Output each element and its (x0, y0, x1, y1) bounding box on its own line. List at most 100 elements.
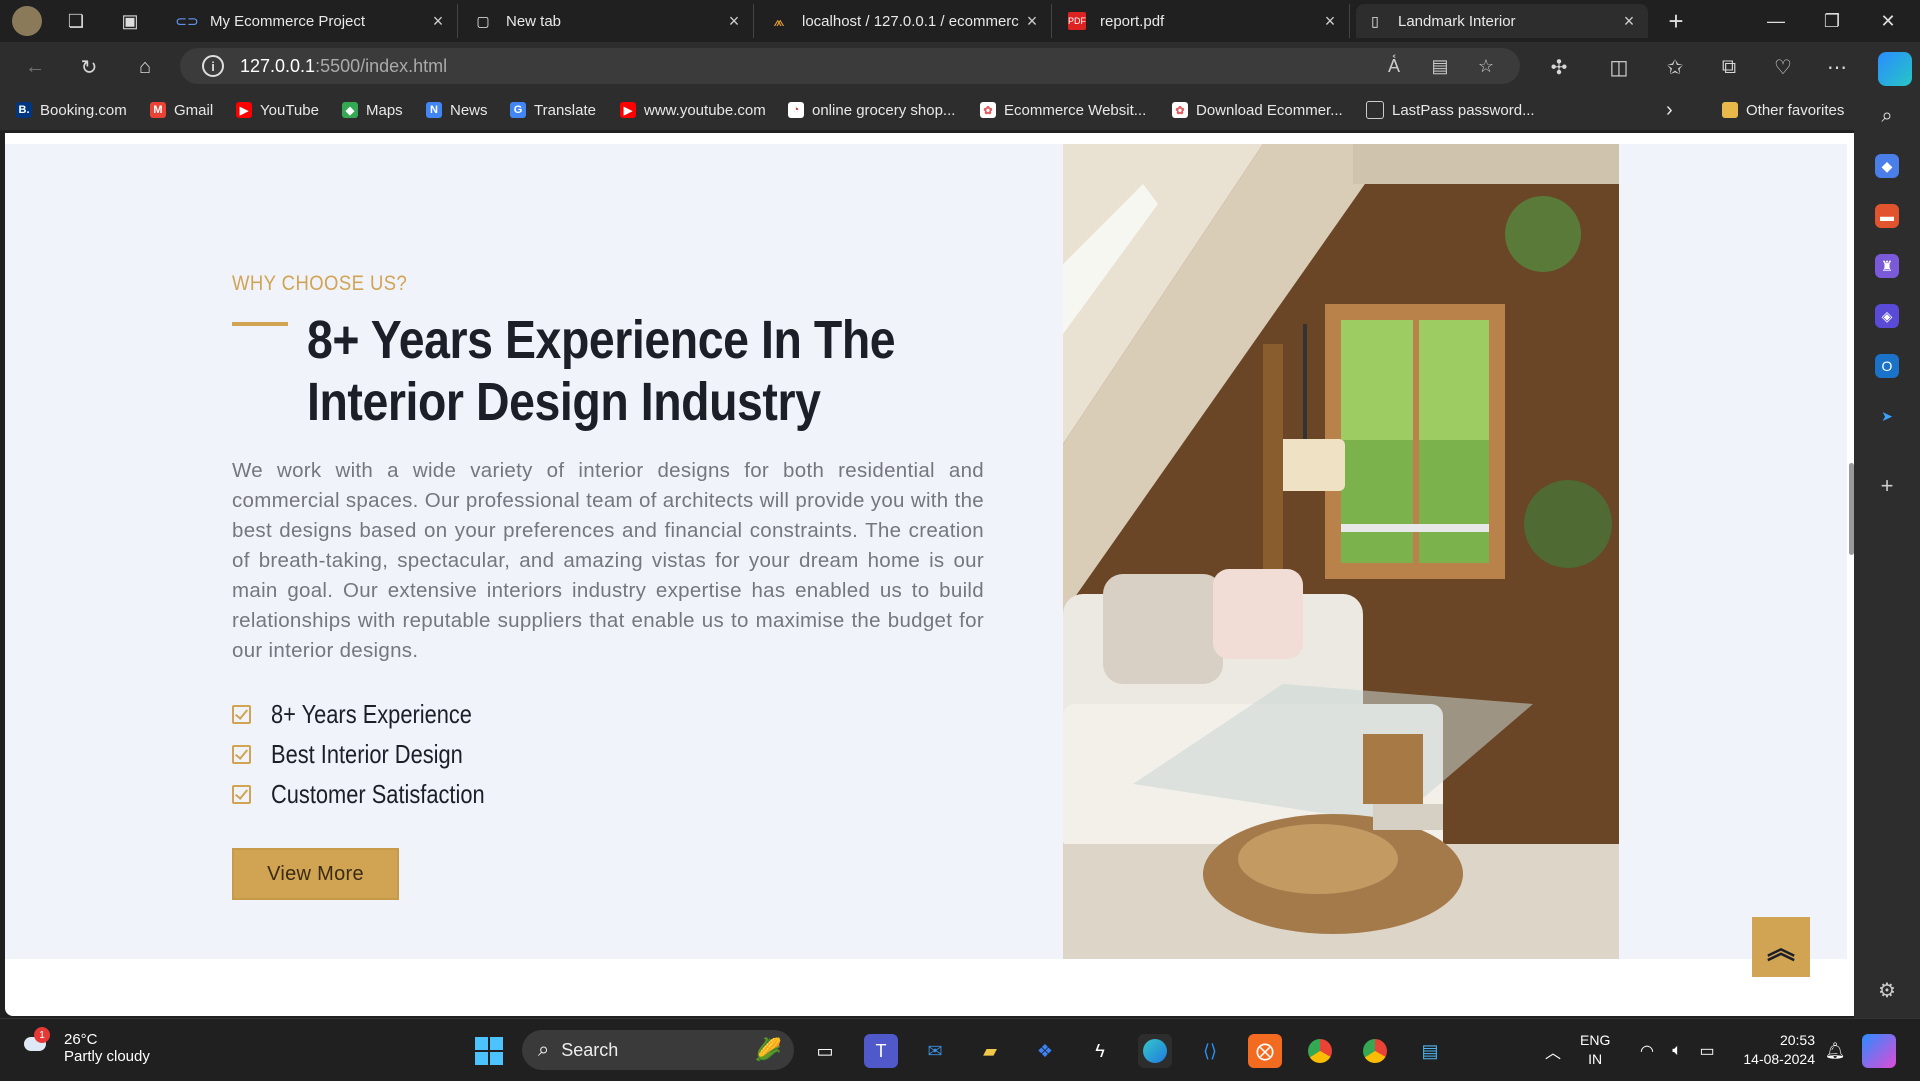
home-button[interactable]: ⌂ (130, 52, 160, 82)
volume-icon[interactable]: 🔈︎ (1660, 1034, 1694, 1068)
close-window-button[interactable]: ✕ (1860, 0, 1916, 42)
extensions-icon[interactable]: ✣ (1544, 52, 1574, 82)
tab-title: Landmark Interior (1398, 12, 1516, 30)
favorite-star-icon[interactable]: ☆ (1472, 52, 1500, 80)
tab-actions-icon[interactable]: ▣ (116, 8, 144, 34)
add-icon[interactable]: + (1875, 473, 1899, 498)
file-explorer-icon[interactable]: ▰ (973, 1034, 1007, 1068)
scroll-to-top-button[interactable]: ︽ (1752, 917, 1810, 977)
search-icon[interactable]: ⌕ (1875, 104, 1899, 128)
favorites-icon[interactable]: ✩ (1660, 52, 1690, 82)
teams-icon[interactable]: T (864, 1034, 898, 1068)
notepad-icon[interactable]: ▤ (1413, 1034, 1447, 1068)
navigation-bar: ← ↻ ⌂ i 127.0.0.1:5500/index.html A᷾ ▤ ☆… (0, 42, 1920, 90)
tab-new-tab[interactable]: ▢ New tab × (464, 4, 754, 38)
page-scrollbar-track[interactable] (1847, 133, 1854, 1016)
windows-start-icon[interactable] (472, 1034, 506, 1068)
weather-widget[interactable]: 1 26°C Partly cloudy (22, 1027, 150, 1065)
dropbox-icon[interactable]: ❖ (1028, 1034, 1062, 1068)
bookmark-label: online grocery shop... (812, 101, 956, 119)
browser-essentials-icon[interactable]: ♡ (1768, 52, 1798, 82)
windows-taskbar: 1 26°C Partly cloudy ⌕ Search 🌽 ▭ T ✉ ▰ … (0, 1018, 1920, 1081)
terminal-bolt-icon[interactable]: ϟ (1083, 1034, 1117, 1068)
read-aloud-icon[interactable]: A᷾ (1380, 52, 1408, 80)
site-info-icon[interactable]: i (202, 55, 224, 77)
document-icon (1366, 101, 1384, 119)
bookmark-label: Other favorites (1746, 101, 1845, 119)
bookmark-ecommerce-website[interactable]: ✿ Ecommerce Websit... (980, 99, 1146, 121)
battery-icon[interactable]: ▭ (1690, 1034, 1724, 1068)
tab-title: report.pdf (1100, 12, 1165, 30)
edge-browser-icon[interactable] (1138, 1034, 1172, 1068)
checklist-label: Customer Satisfaction (271, 778, 485, 809)
bookmark-translate[interactable]: G Translate (510, 99, 596, 121)
pdf-icon: PDF (1068, 12, 1086, 30)
split-screen-icon[interactable]: ◫ (1604, 52, 1634, 82)
bookmark-download-ecommerce[interactable]: ✿ Download Ecommer... (1172, 99, 1343, 121)
mail-icon[interactable]: ✉ (918, 1034, 952, 1068)
language-indicator[interactable]: ENG IN (1580, 1031, 1610, 1069)
xampp-icon[interactable]: ⨂ (1248, 1034, 1282, 1068)
bookmark-label: News (450, 101, 488, 119)
bookmark-youtube-url[interactable]: ▶ www.youtube.com (620, 99, 766, 121)
system-clock[interactable]: 20:53 14-08-2024 (1725, 1031, 1815, 1069)
news-icon: N (426, 102, 442, 118)
other-favorites-folder[interactable]: Other favorites (1722, 99, 1844, 121)
settings-gear-icon[interactable]: ⚙ (1875, 978, 1899, 1002)
bookmark-label: Ecommerce Websit... (1004, 101, 1147, 119)
checklist-item: 8+ Years Experience (232, 694, 525, 734)
wifi-icon[interactable]: ◠ (1630, 1034, 1664, 1068)
workspaces-icon[interactable]: ❏ (62, 8, 90, 34)
chevron-up-icon[interactable]: ︿ (1536, 1034, 1570, 1068)
bookmark-maps[interactable]: ◆ Maps (342, 99, 403, 121)
bookmark-booking[interactable]: B. Booking.com (16, 99, 127, 121)
close-icon[interactable]: × (725, 11, 743, 32)
taskbar-search[interactable]: ⌕ Search 🌽 (522, 1030, 794, 1070)
grocery-site-icon: ◔ (788, 102, 804, 118)
close-icon[interactable]: × (1023, 11, 1041, 32)
chrome-profile-icon[interactable] (1358, 1034, 1392, 1068)
checklist-label: Best Interior Design (271, 738, 463, 769)
accent-line (232, 322, 288, 326)
bookmark-gmail[interactable]: M Gmail (150, 99, 213, 121)
close-icon[interactable]: × (1620, 11, 1638, 32)
task-view-icon[interactable]: ▭ (808, 1034, 842, 1068)
bookmark-label: Gmail (174, 101, 214, 119)
chrome-icon[interactable] (1303, 1034, 1337, 1068)
bookmarks-overflow-chevron-icon[interactable]: › (1666, 99, 1673, 121)
restore-button[interactable]: ❐ (1804, 0, 1860, 42)
copilot-icon[interactable] (1878, 52, 1912, 86)
more-menu-icon[interactable]: ⋯ (1822, 52, 1852, 82)
bookmark-youtube[interactable]: ▶ YouTube (236, 99, 319, 121)
immersive-reader-icon[interactable]: ▤ (1426, 52, 1454, 80)
back-button[interactable]: ← (20, 52, 50, 82)
page-scrollbar-thumb[interactable] (1849, 463, 1854, 555)
copilot-taskbar-icon[interactable] (1862, 1034, 1896, 1068)
checkbox-checked-icon (232, 784, 251, 804)
bookmark-news[interactable]: N News (426, 99, 488, 121)
tab-localhost-phpmyadmin[interactable]: ⩕ localhost / 127.0.0.1 / ecommerc × (760, 4, 1052, 38)
tab-landmark-interior[interactable]: ▯ Landmark Interior × (1356, 4, 1648, 38)
view-more-button[interactable]: View More (232, 848, 399, 900)
outlook-icon[interactable]: O (1875, 354, 1899, 378)
profile-avatar[interactable] (12, 6, 42, 36)
collections-icon[interactable]: ⧉ (1714, 52, 1744, 82)
tab-report-pdf[interactable]: PDF report.pdf × (1058, 4, 1350, 38)
bookmark-lastpass[interactable]: LastPass password... (1366, 99, 1535, 121)
tools-icon[interactable]: ▬ (1875, 204, 1899, 228)
bookmark-label: Maps (366, 101, 403, 119)
refresh-button[interactable]: ↻ (74, 52, 104, 82)
tab-my-ecommerce-project[interactable]: ⊂⊃ My Ecommerce Project × (168, 4, 458, 38)
notification-bell-icon[interactable]: 🔔︎ (1818, 1034, 1852, 1068)
close-icon[interactable]: × (1321, 11, 1339, 32)
close-icon[interactable]: × (429, 11, 447, 32)
shopping-tag-icon[interactable]: ◆ (1875, 154, 1899, 178)
microsoft-365-icon[interactable]: ◈ (1875, 304, 1899, 328)
new-tab-button[interactable]: + (1662, 6, 1690, 36)
games-icon[interactable]: ♜ (1875, 254, 1899, 278)
bookmark-grocery[interactable]: ◔ online grocery shop... (788, 99, 955, 121)
vscode-icon[interactable]: ⟨⟩ (1193, 1034, 1227, 1068)
send-icon[interactable]: ➤ (1875, 404, 1899, 428)
address-bar[interactable]: i 127.0.0.1:5500/index.html A᷾ ▤ ☆ (180, 48, 1520, 84)
minimize-button[interactable]: — (1748, 0, 1804, 42)
